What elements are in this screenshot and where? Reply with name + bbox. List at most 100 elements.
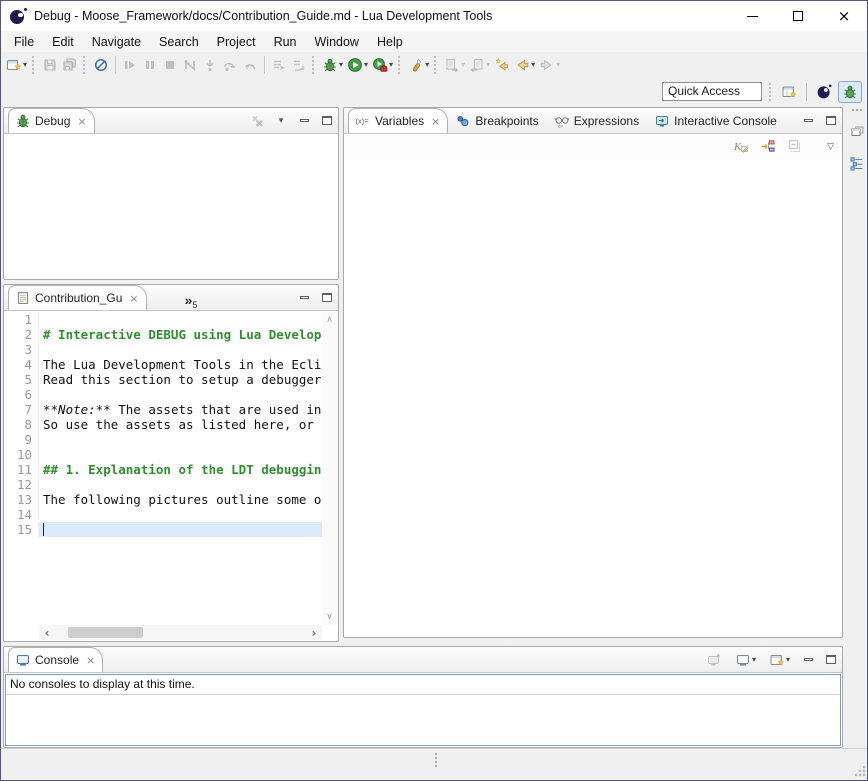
statusbar-drag-handle[interactable] <box>435 753 438 767</box>
code-text[interactable] <box>39 477 322 492</box>
save-all-button[interactable] <box>60 54 80 76</box>
last-edit-location-button[interactable] <box>492 54 512 76</box>
step-return-button[interactable] <box>240 54 260 76</box>
toggle-step-filters-button[interactable] <box>289 54 309 76</box>
forward-button[interactable]: ▾ <box>537 54 562 76</box>
editor-horizontal-scrollbar[interactable]: ‹ › <box>39 625 322 640</box>
dropdown-arrow-icon[interactable]: ▾ <box>556 61 560 69</box>
external-tools-button[interactable]: ▾ <box>406 54 431 76</box>
code-text[interactable] <box>39 312 322 327</box>
maximize-view-button[interactable] <box>320 113 334 129</box>
dropdown-arrow-icon[interactable]: ▾ <box>389 61 393 69</box>
code-text[interactable] <box>39 507 322 522</box>
display-selected-console-button[interactable]: ▾ <box>733 649 758 671</box>
show-type-names-button[interactable]: K <box>731 135 751 157</box>
editor-vertical-scrollbar[interactable]: ∧ ∨ <box>322 312 337 625</box>
lua-perspective-button[interactable] <box>812 81 836 103</box>
quick-access-input[interactable]: Quick Access <box>662 82 762 101</box>
dropdown-arrow-icon[interactable]: ▾ <box>339 61 343 69</box>
menu-window[interactable]: Window <box>306 33 368 51</box>
back-button[interactable]: ▾ <box>512 54 537 76</box>
minimize-view-button[interactable] <box>801 652 815 668</box>
window-minimize-button[interactable] <box>729 1 775 31</box>
menu-run[interactable]: Run <box>265 33 306 51</box>
dropdown-arrow-icon[interactable]: ▾ <box>486 61 490 69</box>
debug-button[interactable]: ▾ <box>320 54 345 76</box>
dropdown-arrow-icon[interactable]: ▾ <box>786 656 790 664</box>
dropdown-arrow-icon[interactable]: ▾ <box>531 61 535 69</box>
close-icon[interactable]: × <box>86 654 95 667</box>
scroll-up-icon[interactable]: ∧ <box>326 312 333 328</box>
dropdown-arrow-icon[interactable]: ▾ <box>752 656 756 664</box>
new-wizard-button[interactable]: ▾ <box>4 54 29 76</box>
editor-text-area[interactable]: 12# Interactive DEBUG using Lua Developm… <box>5 312 322 625</box>
dropdown-arrow-icon[interactable]: ▾ <box>364 61 368 69</box>
window-close-button[interactable]: × <box>821 1 867 31</box>
dropdown-arrow-icon[interactable]: ▾ <box>425 61 429 69</box>
scrollbar-thumb[interactable] <box>68 627 143 638</box>
code-text[interactable]: The following pictures outline some of <box>39 492 322 507</box>
code-text[interactable]: # Interactive DEBUG using Lua Developm <box>39 327 322 342</box>
tab-variables[interactable]: (x)=Variables× <box>348 108 448 133</box>
update-button[interactable]: ▾ <box>467 54 492 76</box>
menu-navigate[interactable]: Navigate <box>83 33 150 51</box>
scroll-down-icon[interactable]: ∨ <box>326 609 333 625</box>
minimize-view-button[interactable] <box>297 290 311 306</box>
code-text[interactable] <box>39 447 322 462</box>
debug-view-body[interactable] <box>5 135 337 278</box>
view-menu-button[interactable]: ▽ <box>827 141 834 152</box>
dropdown-arrow-icon[interactable]: ▾ <box>461 61 465 69</box>
code-text[interactable]: So use the assets as listed here, or <box>39 417 322 432</box>
close-icon[interactable]: × <box>129 292 138 305</box>
menu-file[interactable]: File <box>5 33 43 51</box>
variables-view-body[interactable] <box>345 159 841 636</box>
suspend-button[interactable] <box>140 54 160 76</box>
menu-project[interactable]: Project <box>208 33 265 51</box>
run-button[interactable]: ▾ <box>345 54 370 76</box>
code-text[interactable]: ## 1. Explanation of the LDT debugging <box>39 462 322 477</box>
disconnect-button[interactable] <box>180 54 200 76</box>
profile-button[interactable]: ▾ <box>370 54 395 76</box>
tab-debug-view[interactable]: Debug × <box>8 108 95 133</box>
tab-breakpoints[interactable]: Breakpoints <box>448 108 546 133</box>
skip-all-breakpoints-button[interactable] <box>91 54 111 76</box>
save-button[interactable] <box>40 54 60 76</box>
scroll-left-icon[interactable]: ‹ <box>39 626 55 640</box>
open-console-button[interactable]: ▾ <box>767 649 792 671</box>
tab-console[interactable]: Console × <box>8 647 103 672</box>
dropdown-arrow-icon[interactable]: ▾ <box>23 61 27 69</box>
code-text[interactable] <box>39 387 322 402</box>
collapse-all-button[interactable] <box>785 135 805 157</box>
restore-view-button[interactable] <box>847 120 867 142</box>
scroll-right-icon[interactable]: › <box>306 626 322 640</box>
close-icon[interactable]: × <box>77 115 86 128</box>
code-text[interactable] <box>39 522 322 537</box>
use-step-filters-button[interactable] <box>269 54 289 76</box>
drag-handle-icon[interactable] <box>852 109 862 114</box>
pin-console-button[interactable] <box>704 649 724 671</box>
minimize-view-button[interactable] <box>801 113 815 129</box>
code-text[interactable]: **Note:** The assets that are used in <box>39 402 322 417</box>
tab-expressions[interactable]: x=Expressions <box>547 108 647 133</box>
view-menu-button[interactable]: ▾ <box>274 113 288 129</box>
minimize-view-button[interactable] <box>297 113 311 129</box>
remove-all-terminated-button[interactable] <box>251 113 265 129</box>
window-maximize-button[interactable] <box>775 1 821 31</box>
maximize-view-button[interactable] <box>824 652 838 668</box>
step-over-button[interactable] <box>220 54 240 76</box>
show-logical-structure-button[interactable] <box>758 135 778 157</box>
menu-edit[interactable]: Edit <box>43 33 83 51</box>
tab-editor-contribution-guide[interactable]: Contribution_Gu × <box>8 285 147 310</box>
maximize-view-button[interactable] <box>824 113 838 129</box>
close-icon[interactable]: × <box>431 115 440 128</box>
tab-interactive-console[interactable]: Interactive Console <box>647 108 785 133</box>
code-text[interactable]: The Lua Development Tools in the Eclip <box>39 357 322 372</box>
code-text[interactable] <box>39 432 322 447</box>
window-resize-grip[interactable] <box>854 765 866 777</box>
menu-help[interactable]: Help <box>368 33 412 51</box>
console-body[interactable]: No consoles to display at this time. <box>5 674 841 746</box>
resume-button[interactable] <box>120 54 140 76</box>
outline-view-button[interactable] <box>847 152 867 174</box>
code-text[interactable] <box>39 342 322 357</box>
terminate-button[interactable] <box>160 54 180 76</box>
